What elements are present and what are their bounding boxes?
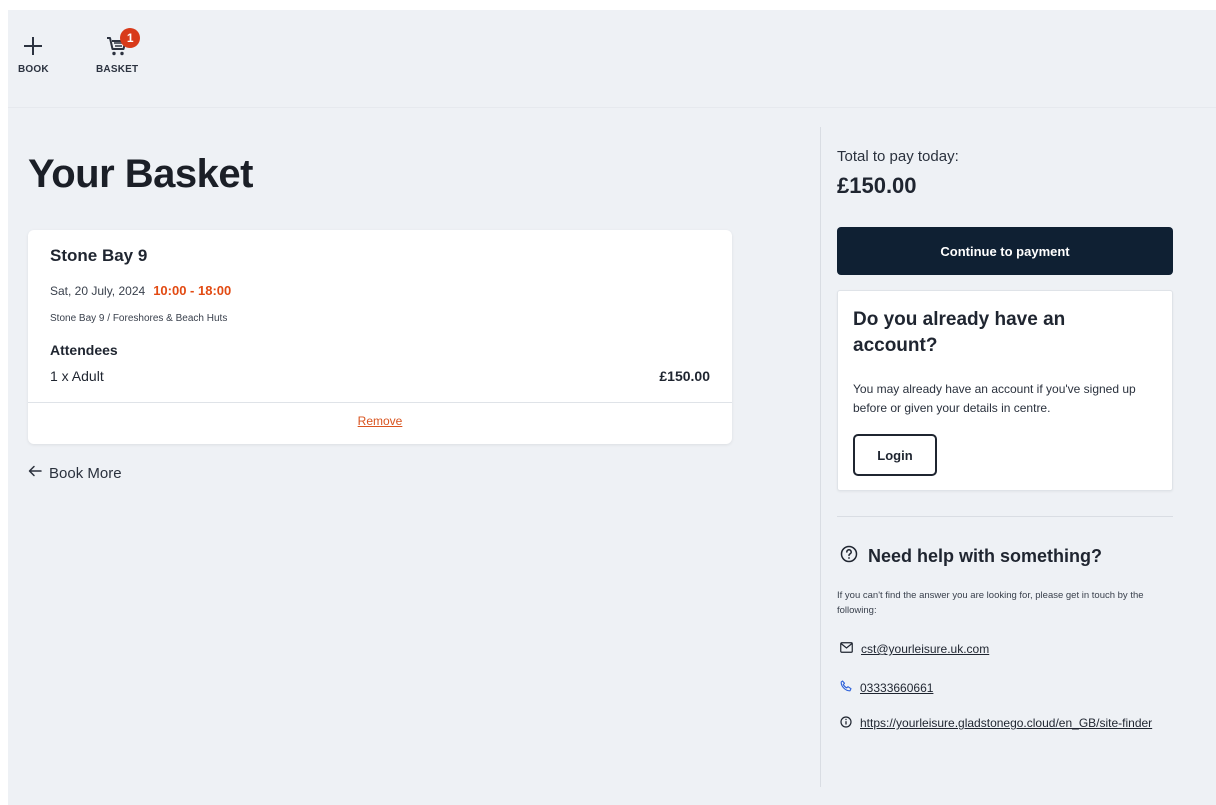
plus-icon: [21, 34, 45, 58]
total-label: Total to pay today:: [837, 148, 959, 165]
help-divider: [837, 516, 1173, 517]
contact-email: cst@yourleisure.uk.com: [840, 642, 989, 656]
basket-item-card: Stone Bay 9 Sat, 20 July, 2024 10:00 - 1…: [28, 230, 732, 444]
info-circle-icon: [840, 715, 852, 731]
email-link[interactable]: cst@yourleisure.uk.com: [861, 642, 989, 656]
contact-phone: 03333660661: [840, 680, 933, 695]
nav-book[interactable]: BOOK: [18, 34, 49, 75]
help-heading: Need help with something?: [840, 545, 1102, 568]
continue-to-payment-button[interactable]: Continue to payment: [837, 227, 1173, 275]
attendee-row: 1 x Adult £150.00: [50, 368, 710, 384]
envelope-icon: [840, 642, 853, 656]
remove-link[interactable]: Remove: [28, 414, 732, 428]
nav-basket-label: BASKET: [96, 64, 139, 75]
cart-icon: 1: [105, 28, 141, 58]
nav-basket[interactable]: 1 BASKET: [96, 28, 141, 75]
basket-item-location: Stone Bay 9 / Foreshores & Beach Huts: [50, 313, 228, 324]
basket-item-time: 10:00 - 18:00: [153, 283, 232, 298]
book-more-link[interactable]: Book More: [28, 464, 122, 482]
book-more-label: Book More: [49, 464, 122, 482]
account-text: You may already have an account if you'v…: [853, 382, 1136, 415]
phone-icon: [840, 680, 852, 695]
website-link[interactable]: https://yourleisure.gladstonego.cloud/en…: [860, 714, 1170, 732]
top-nav: BOOK 1 BASKET: [8, 10, 1216, 108]
basket-count-badge: 1: [120, 28, 141, 48]
attendee-price: £150.00: [659, 368, 710, 384]
nav-book-label: BOOK: [18, 64, 49, 75]
attendees-heading: Attendees: [50, 342, 118, 358]
login-button[interactable]: Login: [853, 434, 937, 476]
app-frame: BOOK 1 BASKET Your Basket Stone Bay 9 Sa…: [8, 10, 1216, 805]
help-title: Need help with something?: [868, 546, 1103, 566]
arrow-left-icon: [28, 464, 42, 482]
account-title: Do you already have an account?: [853, 309, 1066, 356]
basket-item-title: Stone Bay 9: [50, 246, 148, 265]
attendee-label: 1 x Adult: [50, 368, 104, 384]
help-text: If you can't find the answer you are loo…: [837, 590, 1144, 616]
question-circle-icon: [840, 545, 858, 568]
total-amount: £150.00: [837, 173, 917, 198]
basket-item-date: Sat, 20 July, 2024: [50, 284, 146, 298]
account-card: Do you already have an account? You may …: [837, 290, 1173, 491]
card-divider: [28, 402, 732, 403]
column-divider: [820, 127, 821, 787]
page-title: Your Basket: [28, 152, 253, 196]
contact-website: https://yourleisure.gladstonego.cloud/en…: [840, 714, 1170, 732]
basket-item-datetime: Sat, 20 July, 2024 10:00 - 18:00: [50, 283, 231, 298]
phone-link[interactable]: 03333660661: [860, 681, 933, 695]
